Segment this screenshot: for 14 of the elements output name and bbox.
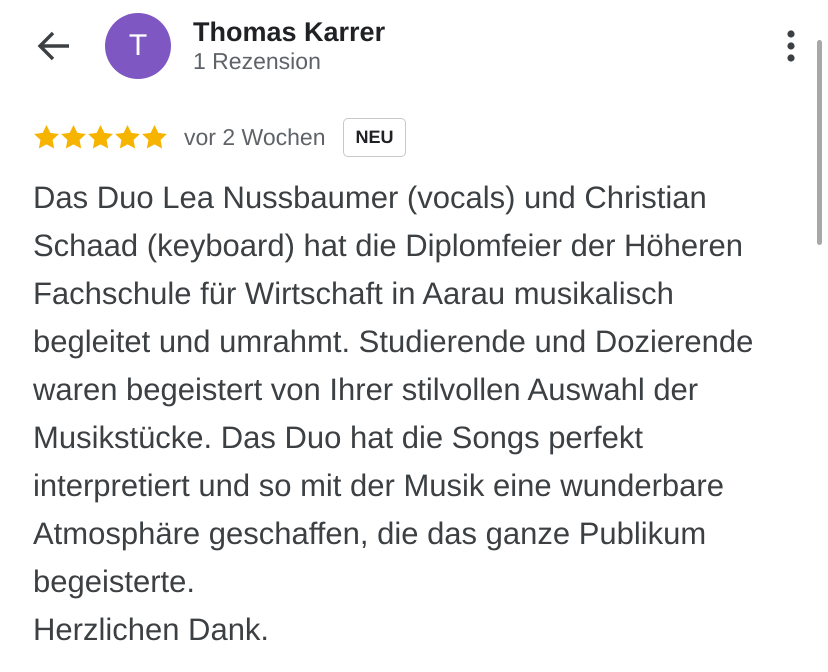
scrollbar[interactable] [817, 40, 822, 245]
star-icon [87, 124, 114, 150]
star-icon [60, 124, 87, 150]
more-options-icon[interactable] [786, 29, 796, 63]
reviewer-name: Thomas Karrer [193, 17, 386, 47]
review-text: Herzlichen Dank. [33, 611, 270, 649]
review-text: Das Duo Lea Nussbaumer (vocals) und Christian Schaad (keyboard) hat die Diplomfeier der Höheren Fachschule für Wirtschaft in Aarau musikalisch begleitet und umrahmt. Studierende und Dozierende waren begeistert von Ihrer stilvollen Auswahl der Musikstücke. Das Duo hat die Songs perfekt interpretiert und so mit der Musik eine wunderbare Atmosphäre geschaffen, die das ganze Publikum begeisterte. [33, 179, 754, 601]
new-badge: NEU [343, 118, 406, 156]
star-icon [141, 124, 168, 150]
review-time: vor 2 Wochen [184, 124, 326, 150]
star-icon [114, 124, 141, 150]
avatar: T [105, 13, 171, 79]
star-icon [33, 124, 60, 150]
review-count: 1 Rezension [193, 47, 322, 75]
